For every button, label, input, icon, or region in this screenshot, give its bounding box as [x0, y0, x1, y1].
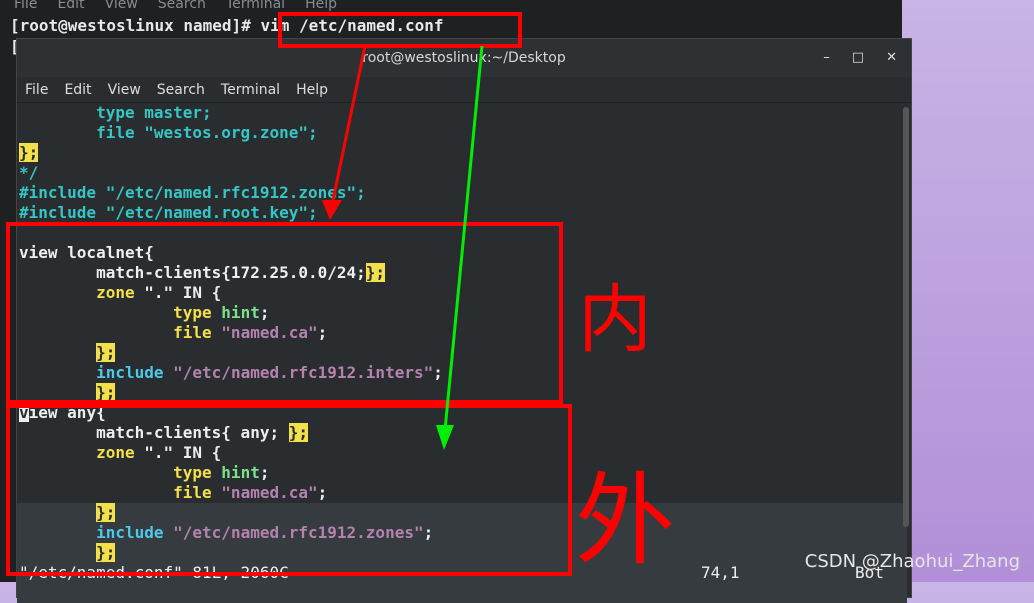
handwritten-outer-label: 外: [575, 462, 675, 579]
any-highlight-box: [6, 404, 572, 576]
green-arrow: [443, 45, 484, 431]
red-arrowhead-icon: [322, 200, 342, 220]
annotation-layer: 内 外: [6, 12, 675, 579]
handwritten-inner-label: 内: [578, 277, 652, 363]
command-highlight-box: [278, 12, 522, 48]
watermark: CSDN @Zhaohui_Zhang: [804, 551, 1020, 572]
green-arrowhead-icon: [436, 425, 454, 450]
localnet-highlight-box: [6, 222, 563, 404]
red-arrow: [330, 45, 367, 206]
